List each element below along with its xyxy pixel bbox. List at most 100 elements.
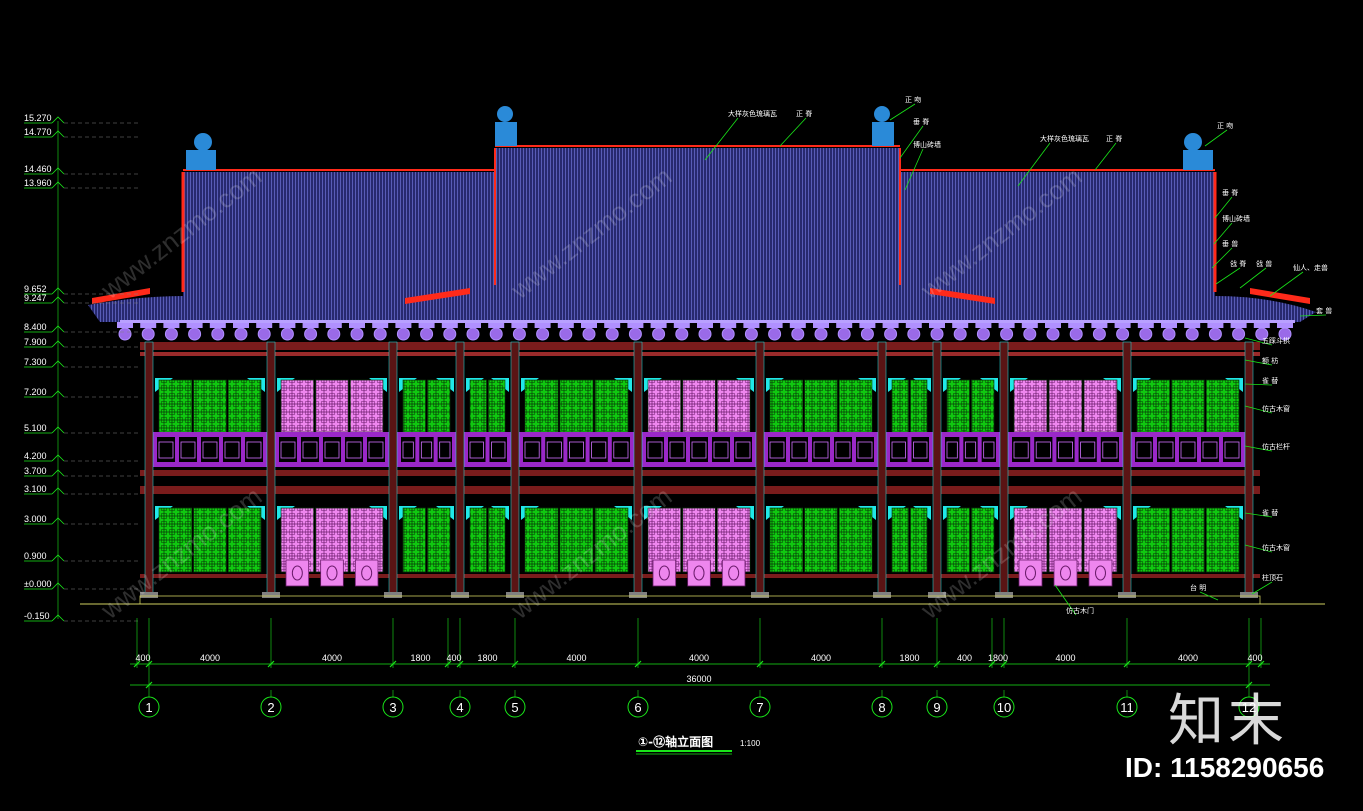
railing-top — [521, 432, 632, 437]
elevation-label: 8.400 — [24, 322, 47, 332]
upper-window-panel — [682, 379, 716, 433]
roof-group — [88, 106, 1316, 322]
upper-window-panel — [1171, 379, 1205, 433]
axis-label: 6 — [634, 700, 641, 715]
door-kick-panel — [1088, 559, 1113, 587]
upper-window-panel — [769, 379, 803, 433]
column-base — [1118, 592, 1136, 598]
elevation-label: 4.200 — [24, 451, 47, 461]
annotation-platform: 台 明 — [1190, 583, 1206, 592]
annotation-window-upper: 仿古木窗 — [1262, 404, 1290, 413]
lower-window-panel — [1136, 507, 1170, 573]
column — [1244, 341, 1254, 597]
column — [388, 341, 398, 597]
lower-window-panel — [427, 507, 451, 573]
annotation-zheng-wen-2: 正 吻 — [1217, 121, 1233, 130]
annotation-roof-tile-right: 大样灰色琉璃瓦 — [1040, 134, 1089, 143]
upper-window-panel — [910, 379, 928, 433]
elevation-label: 7.300 — [24, 357, 47, 367]
railing-top — [155, 432, 265, 437]
span-dimension: 4000 — [1178, 653, 1198, 663]
railing-top — [1010, 432, 1121, 437]
column — [932, 341, 942, 597]
span-dimension: 400 — [957, 653, 972, 663]
railing-bottom — [277, 462, 387, 467]
upper-window-panel — [839, 379, 873, 433]
elevation-label: 14.770 — [24, 127, 52, 137]
railing-top — [943, 432, 998, 437]
annotation-railing: 仿古栏杆 — [1262, 442, 1290, 451]
upper-window-panel — [402, 379, 426, 433]
axis-label: 8 — [878, 700, 885, 715]
annotation-boshan-1: 博山砖墙 — [913, 140, 941, 149]
axis-label: 4 — [456, 700, 463, 715]
column — [510, 341, 520, 597]
annotation-e-fang: 额 枋 — [1262, 356, 1278, 365]
railing-bottom — [521, 462, 632, 467]
column-base — [751, 592, 769, 598]
railing-bottom — [1133, 462, 1243, 467]
upper-window-panel — [1083, 379, 1118, 433]
lower-window-panel — [891, 507, 909, 573]
span-dimension: 1800 — [988, 653, 1008, 663]
upper-window-panel — [971, 379, 995, 433]
annotation-roof-tile-left: 大样灰色琉璃瓦 — [728, 109, 777, 118]
upper-window-panel — [427, 379, 451, 433]
axis-label: 2 — [267, 700, 274, 715]
elevation-label: 3.700 — [24, 466, 47, 476]
elevation-label: ±0.000 — [24, 579, 51, 589]
drawing-title: ①-⑫轴立面图 — [638, 734, 713, 749]
elevation-markers: 15.27014.77014.46013.9609.6529.2478.4007… — [24, 113, 140, 622]
upper-window-panel — [315, 379, 349, 433]
annotation-window-lower: 仿古木窗 — [1262, 543, 1290, 552]
ridge-finial-3 — [872, 106, 894, 146]
column — [755, 341, 765, 597]
railing-top — [644, 432, 754, 437]
annotation-xianren: 仙人、走兽 — [1293, 263, 1328, 272]
column-base — [262, 592, 280, 598]
upper-window-panel — [469, 379, 487, 433]
span-dimension: 4000 — [566, 653, 586, 663]
span-dimension: 1800 — [477, 653, 497, 663]
column-base — [384, 592, 402, 598]
axis-label: 10 — [997, 700, 1011, 715]
lower-window-panel — [910, 507, 928, 573]
upper-window-panel — [559, 379, 594, 433]
column — [1122, 341, 1132, 597]
upper-window-panel — [280, 379, 314, 433]
column — [266, 341, 276, 597]
facade-bays — [153, 378, 1245, 587]
ridge-finial-1 — [186, 133, 216, 170]
axis-label: 5 — [511, 700, 518, 715]
railing-top — [399, 432, 454, 437]
door-kick-panel — [687, 559, 711, 587]
door-kick-panel — [1053, 559, 1078, 587]
upper-window-panel — [717, 379, 751, 433]
axis-label: 11 — [1120, 700, 1134, 715]
elevation-label: 15.270 — [24, 113, 52, 123]
annotation-chui-ji-2: 垂 脊 — [1222, 188, 1238, 197]
railing-bottom — [399, 462, 454, 467]
lower-window-panel — [469, 507, 487, 573]
upper-window-panel — [158, 379, 192, 433]
door-kick-panel — [1018, 559, 1043, 587]
upper-window-panel — [1048, 379, 1083, 433]
upper-window-panel — [1206, 379, 1240, 433]
ridge-finial-2 — [495, 106, 517, 146]
annotation-ridge-left: 正 脊 — [796, 109, 812, 118]
door-kick-panel — [285, 559, 310, 587]
span-dimension: 1800 — [899, 653, 919, 663]
annotation-column-base: 柱顶石 — [1262, 573, 1283, 582]
span-dimension: 4000 — [200, 653, 220, 663]
axis-bubbles: 1 2 3 4 5 6 7 8 9 10 11 12 — [138, 690, 1260, 718]
lower-window-panel — [769, 507, 803, 573]
upper-window-panel — [228, 379, 262, 433]
upper-window-panel — [350, 379, 384, 433]
elevation-label: 0.900 — [24, 551, 47, 561]
railing-bottom — [644, 462, 754, 467]
lower-window-panel — [1206, 507, 1240, 573]
total-dimension: 36000 — [686, 674, 711, 684]
annotation-zheng-wen-1: 正 吻 — [905, 95, 921, 104]
railing-bottom — [1010, 462, 1121, 467]
span-dimension: 400 — [1247, 653, 1262, 663]
